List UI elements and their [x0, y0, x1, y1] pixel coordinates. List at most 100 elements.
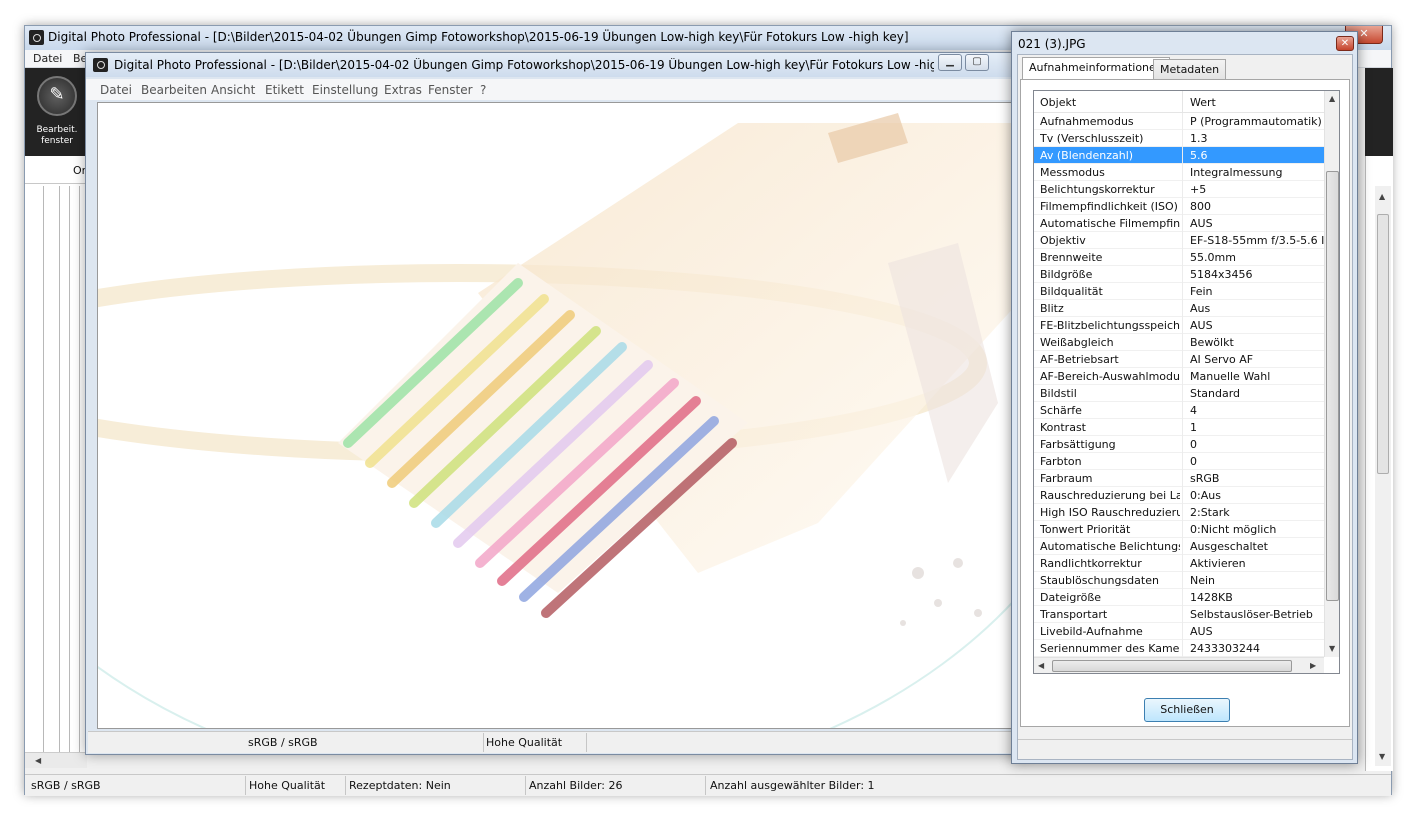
table-row[interactable]: Messmodus Integralmessung — [1034, 164, 1324, 181]
row-value: 1 — [1190, 421, 1197, 434]
table-row[interactable]: Farbraum sRGB — [1034, 470, 1324, 487]
scroll-up-icon[interactable]: ▲ — [1329, 94, 1335, 103]
table-row[interactable]: Bildqualität Fein — [1034, 283, 1324, 300]
table-row[interactable]: Tonwert Priorität 0:Nicht möglich — [1034, 521, 1324, 538]
viewer-menu-ansicht[interactable]: Ansicht — [211, 83, 255, 97]
row-separator — [1182, 249, 1183, 266]
row-separator — [1182, 436, 1183, 453]
table-row[interactable]: Farbsättigung 0 — [1034, 436, 1324, 453]
row-property: Blitz — [1040, 302, 1064, 315]
viewer-menu-fenster[interactable]: Fenster — [428, 83, 473, 97]
table-hscroll[interactable]: ◀ ▶ — [1034, 657, 1324, 673]
row-property: Seriennummer des Kamera... — [1040, 642, 1180, 655]
table-vscroll[interactable]: ▲ ▼ — [1324, 91, 1339, 657]
table-header: Objekt Wert — [1034, 91, 1324, 113]
dialog-body: Aufnahmeinformationen Metadaten Objekt W… — [1017, 54, 1353, 760]
image-viewer-window: Digital Photo Professional - [D:\Bilder\… — [85, 52, 1027, 755]
row-separator — [1182, 385, 1183, 402]
row-property: Dateigröße — [1040, 591, 1102, 604]
table-row[interactable]: Automatische Filmempfindli... AUS — [1034, 215, 1324, 232]
table-row[interactable]: Tv (Verschlusszeit) 1.3 — [1034, 130, 1324, 147]
scroll-left-icon[interactable]: ◀ — [1038, 661, 1044, 670]
table-row[interactable]: Farbton 0 — [1034, 453, 1324, 470]
table-row[interactable]: Bildstil Standard — [1034, 385, 1324, 402]
status-quality: Hohe Qualität — [249, 779, 326, 792]
viewer-menu-einstellung[interactable]: Einstellung — [312, 83, 378, 97]
row-property: FE-Blitzbelichtungsspeicher... — [1040, 319, 1180, 332]
table-row[interactable]: Dateigröße 1428KB — [1034, 589, 1324, 606]
viewer-menu-bearbeiten[interactable]: Bearbeiten — [141, 83, 207, 97]
row-property: Filmempfindlichkeit (ISO) — [1040, 200, 1178, 213]
scroll-down-icon[interactable]: ▼ — [1379, 752, 1385, 761]
column-header-objekt[interactable]: Objekt — [1040, 96, 1076, 109]
table-row[interactable]: AF-Betriebsart AI Servo AF — [1034, 351, 1324, 368]
table-row[interactable]: Aufnahmemodus P (Programmautomatik) — [1034, 113, 1324, 130]
row-separator — [1182, 283, 1183, 300]
scroll-thumb[interactable] — [1326, 171, 1339, 601]
tree-line — [79, 186, 80, 756]
table-row[interactable]: Weißabgleich Bewölkt — [1034, 334, 1324, 351]
dialog-status-bar — [1018, 739, 1352, 759]
table-row[interactable]: Seriennummer des Kamera... 2433303244 — [1034, 640, 1324, 657]
row-property: Automatische Belichtungso... — [1040, 540, 1180, 553]
high-key-photo — [98, 103, 1014, 728]
row-value: Bewölkt — [1190, 336, 1234, 349]
table-row[interactable]: Bildgröße 5184x3456 — [1034, 266, 1324, 283]
main-menu-datei[interactable]: Datei — [33, 52, 62, 65]
row-separator — [1182, 555, 1183, 572]
table-row[interactable]: Kontrast 1 — [1034, 419, 1324, 436]
viewer-minimize-button[interactable]: ▁ — [938, 54, 962, 71]
viewer-menu-help[interactable]: ? — [480, 83, 486, 97]
main-status-bar: sRGB / sRGB Hohe Qualität Rezeptdaten: N… — [25, 774, 1391, 796]
scroll-thumb[interactable] — [1052, 660, 1292, 672]
table-row[interactable]: Livebild-Aufnahme AUS — [1034, 623, 1324, 640]
viewer-menu-etikett[interactable]: Etikett — [265, 83, 304, 97]
row-value: Aktivieren — [1190, 557, 1246, 570]
edit-window-button[interactable]: ✎ — [37, 76, 77, 116]
table-row[interactable]: High ISO Rauschreduzierung 2:Stark — [1034, 504, 1324, 521]
scroll-left-icon[interactable]: ◀ — [35, 756, 41, 765]
viewer-title-bar[interactable]: Digital Photo Professional - [D:\Bilder\… — [86, 53, 1026, 77]
table-row[interactable]: Rauschreduzierung bei Lan... 0:Aus — [1034, 487, 1324, 504]
table-row[interactable]: Transportart Selbstauslöser-Betrieb — [1034, 606, 1324, 623]
scroll-down-icon[interactable]: ▼ — [1329, 644, 1335, 653]
table-row[interactable]: Brennweite 55.0mm — [1034, 249, 1324, 266]
table-row[interactable]: Objektiv EF-S18-55mm f/3.5-5.6 IS II — [1034, 232, 1324, 249]
scroll-thumb[interactable] — [1377, 214, 1389, 474]
viewer-menu-extras[interactable]: Extras — [384, 83, 422, 97]
table-row[interactable]: Randlichtkorrektur Aktivieren — [1034, 555, 1324, 572]
row-separator — [1182, 538, 1183, 555]
dialog-close-button[interactable]: ✕ — [1336, 36, 1354, 51]
status-separator — [525, 776, 526, 795]
table-row[interactable]: Blitz Aus — [1034, 300, 1324, 317]
table-row[interactable]: FE-Blitzbelichtungsspeicher... AUS — [1034, 317, 1324, 334]
table-row[interactable]: Automatische Belichtungso... Ausgeschalte… — [1034, 538, 1324, 555]
column-header-wert[interactable]: Wert — [1190, 96, 1216, 109]
table-row[interactable]: Schärfe 4 — [1034, 402, 1324, 419]
row-property: Bildstil — [1040, 387, 1077, 400]
column-separator[interactable] — [1182, 91, 1183, 113]
scroll-right-icon[interactable]: ▶ — [1310, 661, 1316, 670]
viewer-maximize-button[interactable]: ▢ — [965, 54, 989, 71]
tab-aufnahmeinformationen[interactable]: Aufnahmeinformationen — [1022, 57, 1170, 79]
thumbnail-vscroll[interactable]: ▲ ▼ — [1375, 186, 1391, 766]
status-separator — [483, 733, 484, 752]
folder-pane-hscroll[interactable]: ◀ — [25, 752, 87, 768]
table-row[interactable]: Belichtungskorrektur +5 — [1034, 181, 1324, 198]
tab-metadaten[interactable]: Metadaten — [1153, 59, 1227, 79]
row-value: Integralmessung — [1190, 166, 1283, 179]
table-row[interactable]: AF-Bereich-Auswahlmodus Manuelle Wahl — [1034, 368, 1324, 385]
photo-canvas[interactable] — [97, 102, 1015, 729]
viewer-menu-datei[interactable]: Datei — [100, 83, 132, 97]
table-row[interactable]: Av (Blendenzahl) 5.6 — [1034, 147, 1324, 164]
row-separator — [1182, 147, 1183, 164]
schliessen-button[interactable]: Schließen — [1144, 698, 1230, 722]
table-row[interactable]: Filmempfindlichkeit (ISO) 800 — [1034, 198, 1324, 215]
table-row[interactable]: Staublöschungsdaten Nein — [1034, 572, 1324, 589]
row-property: Messmodus — [1040, 166, 1105, 179]
scroll-up-icon[interactable]: ▲ — [1379, 192, 1385, 201]
camera-app-icon — [29, 30, 44, 45]
row-separator — [1182, 130, 1183, 147]
row-value: P (Programmautomatik) — [1190, 115, 1322, 128]
row-separator — [1182, 232, 1183, 249]
